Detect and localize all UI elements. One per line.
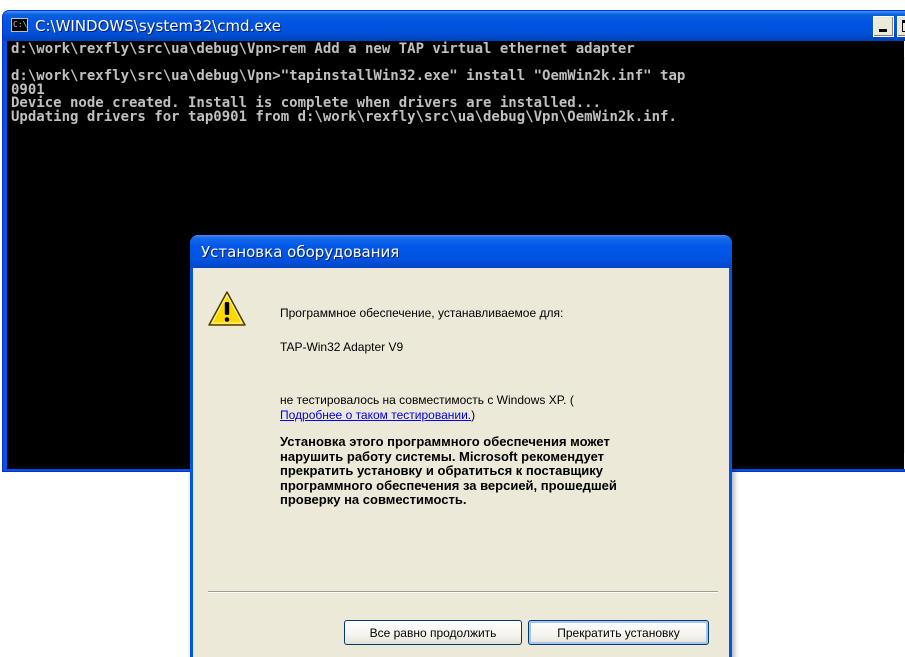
details-close-paren: )	[471, 408, 476, 422]
maximize-button[interactable]	[897, 16, 905, 37]
warning-line: проверку на совместимость.	[280, 492, 467, 507]
dialog-body: Программное обеспечение, устанавливаемое…	[193, 268, 729, 657]
dialog-divider	[208, 591, 718, 593]
intro-text: Программное обеспечение, устанавливаемое…	[280, 306, 564, 320]
warning-line: нарушить работу системы. Microsoft реком…	[280, 448, 605, 464]
minimize-icon	[879, 29, 887, 32]
compatibility-text: не тестировалось на совместимость с Wind…	[280, 393, 574, 407]
continue-anyway-button[interactable]: Все равно продолжить	[344, 620, 522, 645]
dialog-title: Установка оборудования	[201, 243, 400, 261]
warning-message: Установка этого программного обеспечения…	[280, 434, 720, 508]
warning-icon	[208, 291, 246, 326]
desktop: C:\ C:\WINDOWS\system32\cmd.exe d:\work\…	[0, 0, 905, 657]
cmd-titlebar[interactable]: C:\ C:\WINDOWS\system32\cmd.exe	[3, 11, 905, 41]
warning-line: Установка этого программного обеспечения…	[280, 434, 610, 449]
console-icon[interactable]: C:\	[11, 18, 28, 32]
device-name: TAP-Win32 Adapter V9	[280, 340, 404, 354]
minimize-button[interactable]	[873, 16, 894, 37]
dialog-titlebar[interactable]: Установка оборудования	[190, 235, 732, 268]
warning-line: прекратить установку и обратиться к пост…	[280, 463, 604, 478]
warning-line: программного обеспечения за версией, про…	[280, 477, 617, 493]
details-link[interactable]: Подробнее о таком тестировании.	[280, 408, 471, 422]
details-line: Подробнее о таком тестировании.)	[280, 408, 475, 423]
cmd-window-title: C:\WINDOWS\system32\cmd.exe	[35, 17, 281, 35]
stop-installation-button[interactable]: Прекратить установку	[528, 620, 709, 645]
console-text: d:\work\rexfly\src\ua\debug\Vpn>rem Add …	[11, 41, 686, 125]
hardware-install-dialog: Установка оборудования Программное обесп…	[190, 235, 732, 657]
